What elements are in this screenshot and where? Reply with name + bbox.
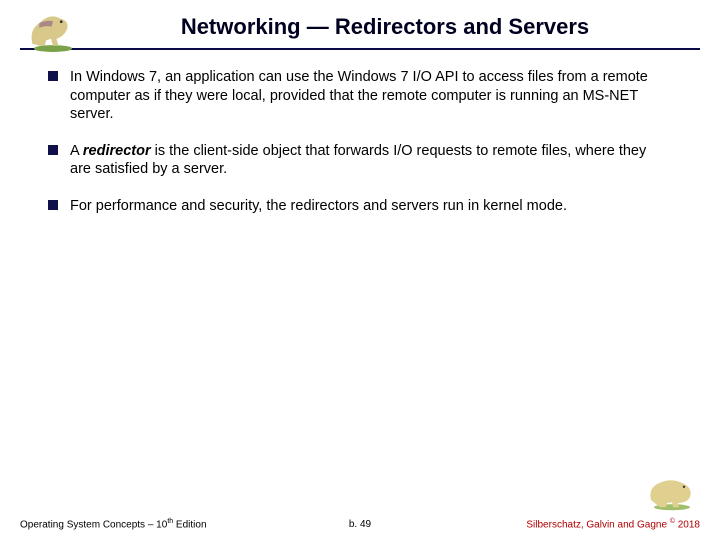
footer-right-after: 2018: [675, 519, 700, 530]
bullet-text-before: A: [70, 143, 83, 159]
slide-body: In Windows 7, an application can use the…: [0, 50, 720, 215]
bullet-text-after: is the client-side object that forwards …: [70, 143, 646, 178]
bullet-text: In Windows 7, an application can use the…: [70, 69, 648, 122]
bullet-term: redirector: [83, 143, 151, 159]
footer-right-before: Silberschatz, Galvin and Gagne: [526, 519, 669, 530]
bullet-1: In Windows 7, an application can use the…: [70, 68, 680, 124]
slide-title: Networking — Redirectors and Servers: [20, 14, 700, 40]
bullet-3: For performance and security, the redire…: [70, 197, 680, 216]
slide-footer: Operating System Concepts – 10th Edition…: [0, 519, 720, 530]
footer-left-before: Operating System Concepts – 10: [20, 519, 167, 530]
footer-right: Silberschatz, Galvin and Gagne © 2018: [526, 518, 700, 530]
footer-left-after: Edition: [173, 519, 206, 530]
footer-left: Operating System Concepts – 10th Edition: [20, 518, 207, 530]
bullet-text: For performance and security, the redire…: [70, 198, 567, 214]
dinosaur-bottom-icon: [642, 470, 702, 512]
bullet-2: A redirector is the client-side object t…: [70, 142, 680, 179]
dinosaur-top-icon: [18, 6, 88, 54]
slide-header: Networking — Redirectors and Servers: [0, 0, 720, 40]
